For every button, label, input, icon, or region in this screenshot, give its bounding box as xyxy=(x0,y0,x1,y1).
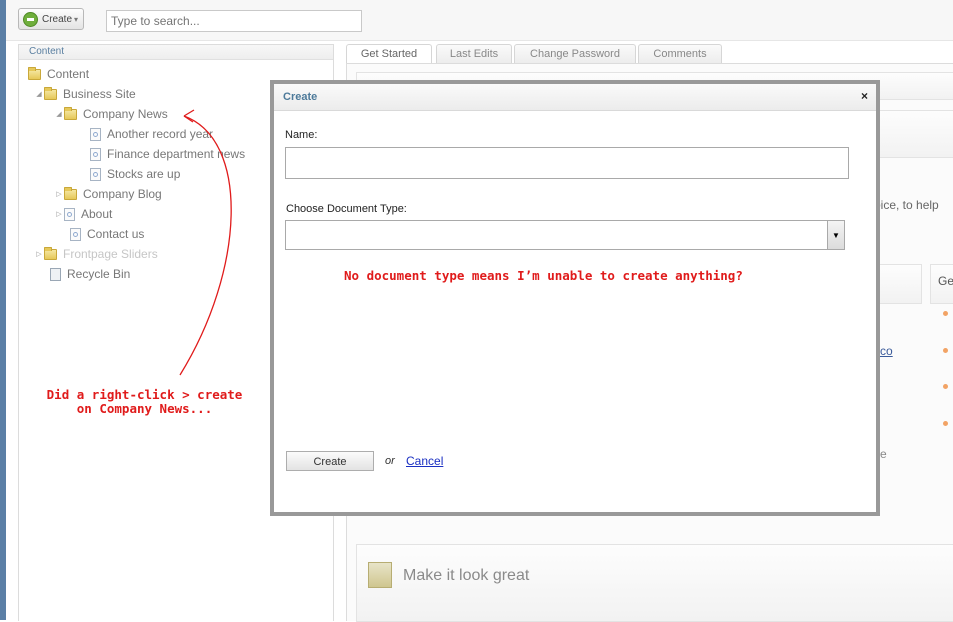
document-type-label: Choose Document Type: xyxy=(286,203,407,215)
tree-node-frontpage-sliders[interactable]: ▷ Frontpage Sliders xyxy=(34,246,158,262)
collapsed-arrow-icon[interactable]: ▷ xyxy=(54,190,64,198)
create-button[interactable]: Create xyxy=(286,451,374,471)
bullet-icon xyxy=(943,421,948,426)
dialog-title: Create xyxy=(283,91,318,103)
dialog-header: Create × xyxy=(274,84,876,111)
tree-node-another-record-year[interactable]: Another record year xyxy=(90,126,213,142)
tree-node-company-news[interactable]: ◢ Company News xyxy=(54,106,168,122)
window-left-edge xyxy=(0,0,6,620)
expanded-arrow-icon[interactable]: ◢ xyxy=(34,90,44,98)
close-icon[interactable]: × xyxy=(861,89,868,103)
dashboard-box-title: Ge xyxy=(938,274,953,288)
tree-node-label: Finance department news xyxy=(107,147,246,161)
collapsed-arrow-icon[interactable]: ▷ xyxy=(34,250,44,258)
name-label: Name: xyxy=(285,129,318,141)
recycle-bin-icon xyxy=(50,267,61,281)
tree-node-label: About xyxy=(81,207,113,221)
tree-node-recycle-bin[interactable]: Recycle Bin xyxy=(50,266,130,282)
tree-node-label: Frontpage Sliders xyxy=(63,247,158,261)
document-icon xyxy=(70,227,81,241)
dropdown-arrow-icon[interactable]: ▼ xyxy=(827,221,844,249)
tree-node-label: Content xyxy=(47,67,90,81)
or-text: or xyxy=(385,455,395,467)
tree-node-label: Company Blog xyxy=(83,187,162,201)
chevron-down-icon: ▾ xyxy=(74,14,79,24)
tree-node-contact-us[interactable]: Contact us xyxy=(70,226,144,242)
tree-node-business-site[interactable]: ◢ Business Site xyxy=(34,86,136,102)
tree-node-label: Another record year xyxy=(107,127,214,141)
tab-get-started[interactable]: Get Started xyxy=(346,44,432,64)
search-input[interactable] xyxy=(106,10,362,32)
cancel-link[interactable]: Cancel xyxy=(406,454,443,468)
dialog-annotation-note: No document type means I’m unable to cre… xyxy=(344,268,743,283)
tree-annotation-note: Did a right-click > create on Company Ne… xyxy=(42,388,247,416)
document-icon xyxy=(90,147,101,161)
folder-icon xyxy=(44,246,57,260)
create-menu-label: Create xyxy=(42,13,73,25)
bullet-icon xyxy=(943,384,948,389)
expanded-arrow-icon[interactable]: ◢ xyxy=(54,110,64,118)
section-title: Make it look great xyxy=(403,567,530,584)
collapsed-arrow-icon[interactable]: ▷ xyxy=(54,210,64,218)
add-icon xyxy=(23,11,38,27)
dashboard-text-fragment: e xyxy=(880,447,887,461)
tree-node-content[interactable]: Content xyxy=(28,66,89,82)
tree-node-label: Recycle Bin xyxy=(67,267,131,281)
tree-node-stocks-are-up[interactable]: Stocks are up xyxy=(90,166,180,182)
tree-node-finance-department-news[interactable]: Finance department news xyxy=(90,146,245,162)
paint-icon xyxy=(368,562,392,588)
document-icon xyxy=(90,127,101,141)
tab-last-edits[interactable]: Last Edits xyxy=(436,44,512,64)
tree-node-company-blog[interactable]: ▷ Company Blog xyxy=(54,186,162,202)
create-dialog: Create × Name: Choose Document Type: ▼ N… xyxy=(270,80,880,516)
tree-node-label: Business Site xyxy=(63,87,136,101)
tree-annotation-line-1: Did a right-click > create xyxy=(46,387,243,402)
tree-annotation-line-2: on Company News... xyxy=(76,401,213,416)
create-menu-button[interactable]: Create ▾ xyxy=(18,8,84,30)
tree-node-label: Company News xyxy=(83,107,168,121)
dashboard-partial-text: oice, to help xyxy=(874,198,939,212)
folder-icon xyxy=(64,186,77,200)
document-type-select[interactable]: ▼ xyxy=(285,220,845,250)
tab-comments[interactable]: Comments xyxy=(638,44,722,64)
folder-icon xyxy=(64,106,77,120)
bullet-icon xyxy=(943,311,948,316)
folder-icon xyxy=(44,86,57,100)
document-icon xyxy=(90,167,101,181)
folder-icon xyxy=(28,66,41,80)
tree-node-about[interactable]: ▷ About xyxy=(54,206,112,222)
tab-change-password[interactable]: Change Password xyxy=(514,44,636,64)
tree-node-label: Contact us xyxy=(87,227,145,241)
tree-header: Content xyxy=(19,45,333,60)
bullet-icon xyxy=(943,348,948,353)
dashboard-link-fragment[interactable]: co xyxy=(880,344,893,358)
name-input[interactable] xyxy=(285,147,849,179)
document-icon xyxy=(64,207,75,221)
tree-node-label: Stocks are up xyxy=(107,167,181,181)
